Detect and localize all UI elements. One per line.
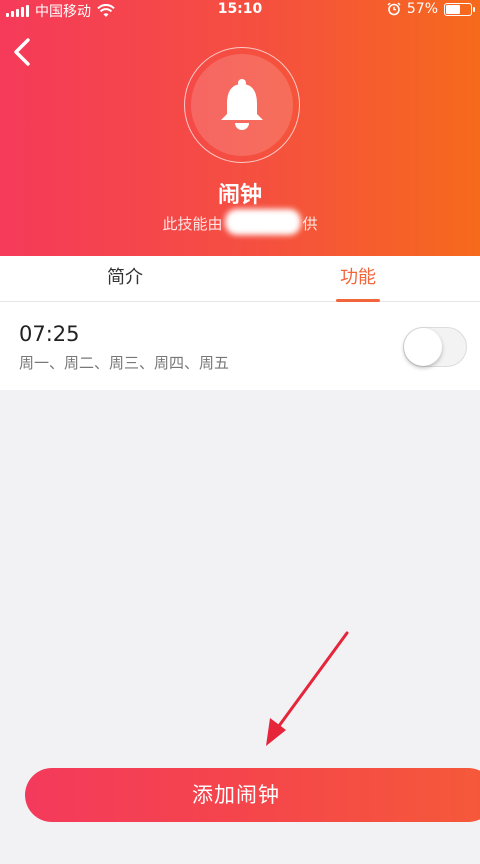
alarm-repeat-days: 周一、周二、周三、周四、周五 [19, 354, 230, 372]
add-alarm-label: 添加闹钟 [192, 783, 280, 807]
skill-provider: 此技能由 供 [0, 208, 480, 235]
alarm-list-item[interactable]: 07:25 周一、周二、周三、周四、周五 [0, 302, 480, 390]
battery-icon [444, 2, 475, 16]
toggle-knob [404, 328, 442, 366]
alarm-toggle[interactable] [403, 327, 467, 367]
tab-bar: 简介 功能 [0, 256, 480, 302]
provider-prefix: 此技能由 [162, 215, 223, 233]
tab-function[interactable]: 功能 [328, 256, 388, 302]
header-banner: 中国移动 15:10 57% 闹钟 此技能由 供 [0, 0, 480, 256]
redacted-provider-name [224, 208, 301, 235]
status-bar: 中国移动 15:10 57% [0, 0, 480, 22]
back-button[interactable] [8, 34, 38, 70]
add-alarm-button[interactable]: 添加闹钟 [25, 768, 480, 822]
chevron-left-icon [14, 38, 30, 66]
skill-title: 闹钟 [217, 183, 262, 208]
alarm-time: 07:25 [19, 322, 80, 346]
tab-intro[interactable]: 简介 [95, 256, 155, 302]
alarm-clock-icon [387, 2, 401, 16]
battery-percent: 57% [406, 1, 438, 17]
skill-icon-circle [184, 47, 300, 163]
provider-suffix: 供 [302, 215, 318, 233]
bell-icon [221, 79, 263, 130]
